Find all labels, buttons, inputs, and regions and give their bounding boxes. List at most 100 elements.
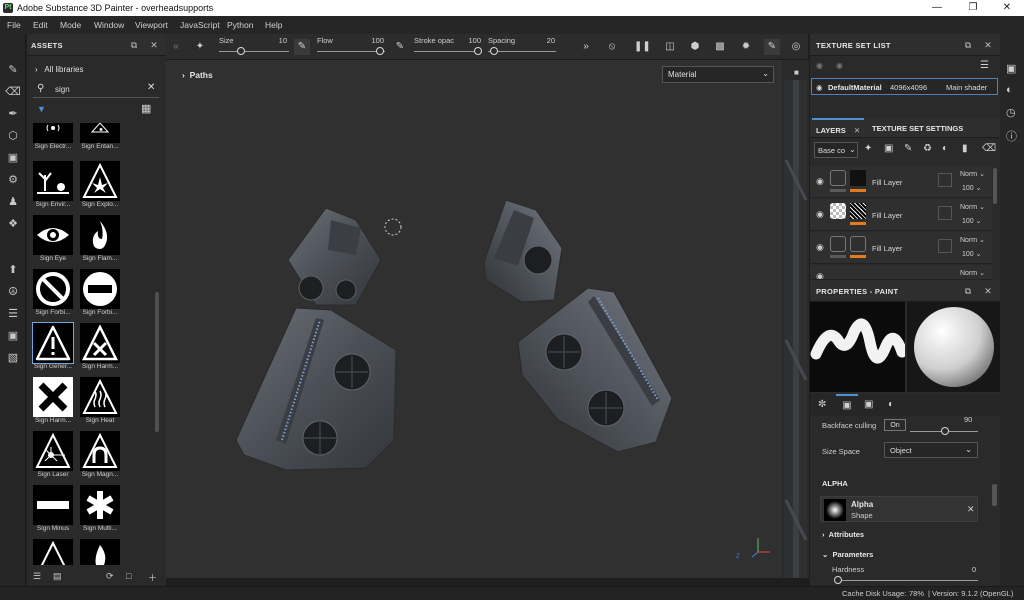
spacing-value[interactable]: 20 [535,36,555,45]
asset-tile[interactable]: Sign Eye [33,215,73,262]
paint-mode-icon[interactable]: ✎ [764,39,780,55]
refresh-icon[interactable]: ⟳ [106,571,114,582]
clear-search-icon[interactable]: ✕ [147,82,155,93]
assets-scrollbar[interactable] [155,292,159,432]
asset-tile[interactable]: Sign Laser [33,431,73,478]
size-value[interactable]: 10 [267,36,287,45]
hardness-slider-knob[interactable] [834,576,842,584]
delete-layer-icon[interactable]: ⌫ [982,143,996,154]
bake-icon[interactable]: ☮ [5,284,21,300]
color-picker-tool-icon[interactable]: ❖ [5,216,21,232]
hide-icon[interactable]: ⦸ [604,39,620,55]
properties-scrollbar[interactable] [992,484,997,506]
add-mask-icon[interactable]: ▣ [884,143,893,154]
alpha-tab-icon[interactable]: ◐ [888,399,894,410]
flow-slider-knob[interactable] [376,47,384,55]
geometry-fill-tool-icon[interactable]: ⬡ [5,128,21,144]
asset-tile[interactable]: Sign Heat [80,377,120,424]
remove-alpha-icon[interactable]: ✕ [967,504,975,515]
stencil-tab-icon[interactable]: ▣ [864,399,873,410]
hardness-value[interactable]: 0 [972,565,976,574]
layer-opacity[interactable]: 100 ⌄ [962,250,982,258]
clone-tool-icon[interactable]: ♟ [5,194,21,210]
layer-row[interactable]: ◉ Fill Layer Norm ⌄ 100 ⌄ [810,232,992,264]
blend-mode-select[interactable]: Norm ⌄ [960,269,985,277]
backface-culling-toggle[interactable]: On [884,419,906,431]
asset-tile[interactable]: Sign Forbi... [33,269,73,316]
asset-tile-selected[interactable]: Sign Gener... [32,322,74,370]
layer-mask-icon[interactable] [830,203,846,219]
add-smart-material-icon[interactable]: ◐ [942,143,948,154]
asset-tile[interactable]: Sign Explo... [80,161,120,208]
size-slider-knob[interactable] [237,47,245,55]
close-button[interactable]: ✕ [990,0,1024,16]
grid-view-icon[interactable]: ▦ [141,102,151,115]
add-icon[interactable]: ＋ [148,571,157,584]
display-settings-icon[interactable]: ▣ [1006,62,1016,75]
smudge-tool-icon[interactable]: ⚙ [5,172,21,188]
info-icon[interactable]: ⓘ [1006,128,1017,144]
menu-list-icon[interactable]: ☰ [980,60,989,71]
menu-python[interactable]: Python [227,20,253,30]
eye-icon[interactable]: ◉ [816,83,823,92]
screenshot-camera-icon[interactable]: ◎ [788,39,804,55]
asset-tile[interactable]: Sign Minus [33,485,73,532]
symmetry-icon[interactable]: ◫ [662,39,678,55]
add-fill-layer-icon[interactable]: ♻ [923,143,932,154]
log-icon[interactable]: ☰ [5,306,21,322]
asset-tile[interactable]: Sign Entan... [80,123,120,150]
size-slider[interactable] [219,51,289,52]
eye-icon[interactable]: ◉ [816,242,824,253]
import-icon[interactable]: ☰ [33,571,41,582]
add-effect-icon[interactable]: ✦ [864,143,872,154]
layer-color-box[interactable] [938,173,952,187]
eraser-tool-icon[interactable]: ⌫ [5,84,21,100]
folder-icon[interactable]: □ [126,571,131,581]
paint-brush-tool-icon[interactable]: ✎ [5,62,21,78]
shader-settings-icon[interactable]: ◐ [1006,84,1013,96]
maximize-button[interactable]: ❐ [956,0,990,16]
float-panel-icon[interactable]: ⧉ [128,39,140,51]
stroke-pen-icon[interactable]: ✎ [392,39,408,55]
channel-select[interactable]: Base co ⌄ [814,142,858,158]
asset-tile[interactable]: Sign Envir... [33,161,73,208]
add-paint-layer-icon[interactable]: ✎ [904,143,912,154]
close-panel-icon[interactable]: ✕ [982,285,994,297]
layer-row[interactable]: ◉ Fill Layer Norm ⌄ 100 ⌄ [810,166,992,198]
texture-set-row[interactable]: ◉ DefaultMaterial 4096x4096 Main shader [811,78,998,95]
layer-row[interactable]: ◉ Norm ⌄ [810,265,992,280]
collapse-left-icon[interactable]: « [168,39,184,55]
angle-value[interactable]: 90 [964,415,972,424]
close-tab-icon[interactable]: ✕ [854,126,860,135]
polygon-fill-tool-icon[interactable]: ▣ [5,150,21,166]
history-icon[interactable]: ◷ [1006,106,1016,119]
asset-tile[interactable]: Sign Harm... [80,323,120,370]
cube-view-icon[interactable]: ⬢ [687,39,703,55]
stroke-opacity-value[interactable]: 100 [461,36,481,45]
attributes-toggle[interactable]: › Attributes [822,530,864,539]
asset-tile[interactable]: Sign Forbi... [80,269,120,316]
hardness-slider[interactable] [836,580,978,581]
float-panel-icon[interactable]: ⧉ [962,285,974,297]
layer-mask-icon[interactable] [830,170,846,186]
asset-tile[interactable]: Sign Magn... [80,431,120,478]
angle-slider-knob[interactable] [941,427,949,435]
blend-mode-select[interactable]: Norm ⌄ [960,203,985,211]
blend-mode-select[interactable]: Norm ⌄ [960,170,985,178]
stroke-opacity-slider[interactable] [414,51,482,52]
close-panel-icon[interactable]: ✕ [982,39,994,51]
menu-help[interactable]: Help [265,20,282,30]
pause-icon[interactable]: ❚❚ [634,39,651,55]
eye-icon[interactable]: ◉ [816,209,824,220]
spacing-slider[interactable] [488,51,556,52]
brush-tab-icon[interactable]: ✼ [818,399,826,410]
tab-texture-set-settings[interactable]: TEXTURE SET SETTINGS [872,124,963,133]
layer-row[interactable]: ◉ Fill Layer Norm ⌄ 100 ⌄ [810,199,992,231]
layer-opacity[interactable]: 100 ⌄ [962,217,982,225]
expand-right-icon[interactable]: » [578,39,594,55]
view-toggle-icon[interactable]: ◉ [836,61,843,70]
layer-opacity[interactable]: 100 ⌄ [962,184,982,192]
export-icon[interactable]: ⬆ [5,262,21,278]
eye-icon[interactable]: ◉ [816,271,824,279]
menu-viewport[interactable]: Viewport [135,20,168,30]
